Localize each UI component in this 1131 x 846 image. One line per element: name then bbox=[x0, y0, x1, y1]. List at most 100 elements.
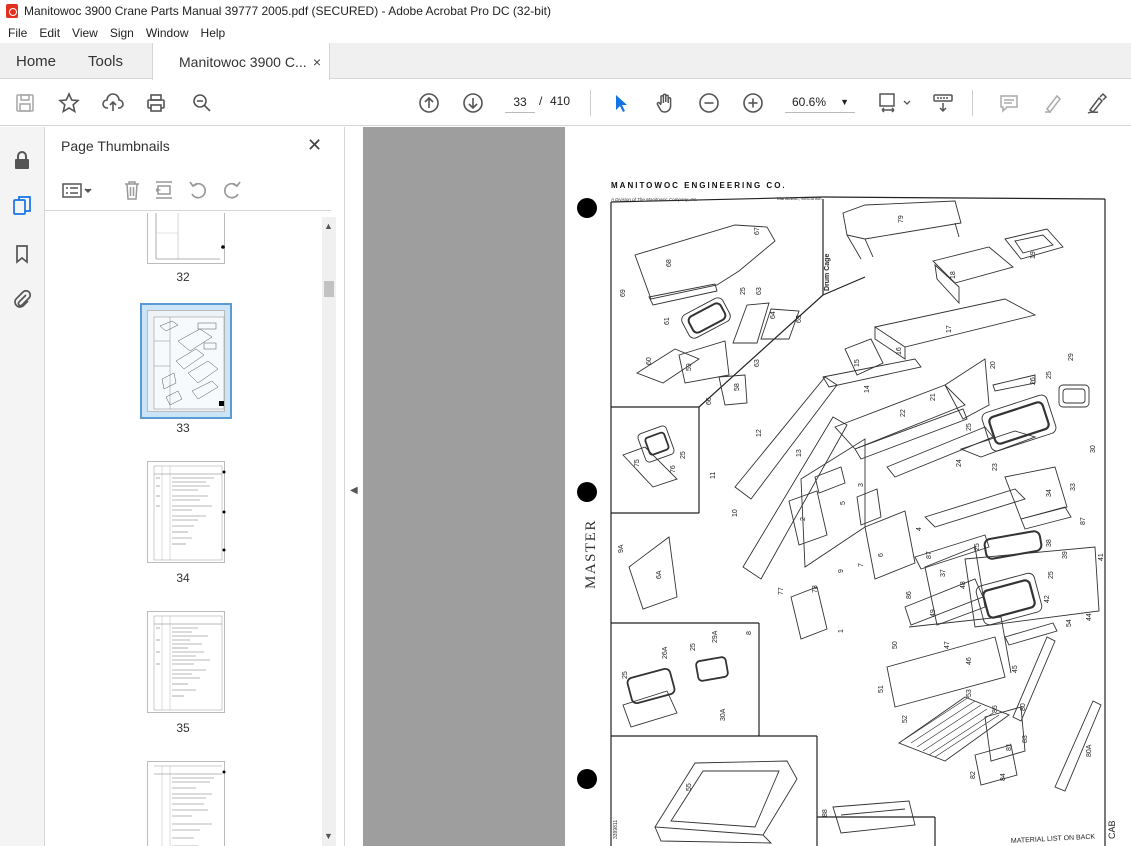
bookmark-star-icon[interactable] bbox=[56, 90, 82, 116]
svg-text:80A: 80A bbox=[1086, 744, 1093, 757]
thumbnail-page-34[interactable] bbox=[147, 461, 226, 563]
svg-text:51: 51 bbox=[878, 685, 885, 693]
document-viewer[interactable]: 68 67 69 61 25 63 64 65 60 59 58 66 63 7… bbox=[363, 127, 1131, 846]
scroll-down-arrow-icon[interactable]: ▼ bbox=[324, 831, 333, 841]
delete-page-icon[interactable] bbox=[121, 179, 143, 201]
acrobat-pdf-icon bbox=[6, 4, 18, 18]
svg-text:68: 68 bbox=[666, 259, 673, 267]
svg-text:50: 50 bbox=[892, 641, 899, 649]
svg-text:12: 12 bbox=[756, 429, 763, 437]
thumbnail-page-35[interactable] bbox=[147, 611, 225, 713]
svg-text:63: 63 bbox=[756, 287, 763, 295]
svg-text:61: 61 bbox=[664, 317, 671, 325]
svg-text:13: 13 bbox=[796, 449, 803, 457]
menu-view[interactable]: View bbox=[66, 26, 104, 40]
scroll-up-arrow-icon[interactable]: ▲ bbox=[324, 221, 333, 231]
upload-cloud-icon[interactable] bbox=[100, 90, 126, 116]
save-icon[interactable] bbox=[12, 90, 38, 116]
hand-tool-icon[interactable] bbox=[652, 90, 678, 116]
menu-file[interactable]: File bbox=[2, 26, 33, 40]
panel-collapse-handle[interactable]: ◀ bbox=[345, 127, 363, 846]
svg-text:26: 26 bbox=[1030, 377, 1037, 385]
lock-icon[interactable] bbox=[10, 148, 34, 172]
svg-text:55: 55 bbox=[686, 783, 693, 791]
zoom-search-icon[interactable] bbox=[189, 90, 215, 116]
rotate-counterclockwise-icon[interactable] bbox=[187, 179, 209, 201]
svg-text:25: 25 bbox=[1048, 571, 1055, 579]
svg-text:25: 25 bbox=[740, 287, 747, 295]
svg-text:53: 53 bbox=[966, 689, 973, 697]
thumbnail-page-32[interactable] bbox=[147, 213, 225, 264]
svg-text:79: 79 bbox=[898, 215, 905, 223]
thumbnail-page-33[interactable] bbox=[147, 310, 225, 412]
svg-text:9: 9 bbox=[838, 569, 845, 573]
svg-text:84: 84 bbox=[1000, 773, 1007, 781]
svg-text:21: 21 bbox=[930, 393, 937, 401]
toolbar-divider bbox=[590, 90, 591, 116]
select-cursor-icon[interactable] bbox=[608, 90, 634, 116]
highlight-pen-icon[interactable] bbox=[1040, 90, 1066, 116]
thumbnail-scrollbar[interactable]: ▲ ▼ bbox=[322, 217, 336, 846]
menu-window[interactable]: Window bbox=[140, 26, 195, 40]
svg-text:18: 18 bbox=[950, 271, 957, 279]
rotate-clockwise-icon[interactable] bbox=[221, 179, 243, 201]
zoom-in-icon[interactable] bbox=[740, 90, 766, 116]
document-page: 68 67 69 61 25 63 64 65 60 59 58 66 63 7… bbox=[565, 127, 1131, 846]
svg-text:82: 82 bbox=[970, 771, 977, 779]
tab-home[interactable]: Home bbox=[16, 43, 56, 79]
svg-text:1: 1 bbox=[838, 629, 845, 633]
bookmarks-icon[interactable] bbox=[10, 242, 34, 266]
scroll-mode-icon[interactable] bbox=[930, 90, 956, 116]
svg-text:60: 60 bbox=[646, 357, 653, 365]
attachments-paperclip-icon[interactable] bbox=[10, 287, 34, 311]
panel-close-icon[interactable]: ✕ bbox=[307, 135, 322, 156]
menu-edit[interactable]: Edit bbox=[33, 26, 66, 40]
left-navigation-rail bbox=[0, 127, 45, 846]
document-header: MANITOWOC ENGINEERING CO. bbox=[611, 181, 787, 190]
next-page-icon[interactable] bbox=[460, 90, 486, 116]
svg-text:63: 63 bbox=[754, 359, 761, 367]
svg-text:83: 83 bbox=[1022, 735, 1029, 743]
svg-text:66: 66 bbox=[706, 397, 713, 405]
svg-text:7: 7 bbox=[858, 563, 865, 567]
tab-close-icon[interactable]: × bbox=[313, 54, 321, 70]
current-page-input[interactable]: 33 bbox=[505, 91, 535, 113]
svg-text:42: 42 bbox=[1044, 595, 1051, 603]
cab-label: CAB bbox=[1107, 820, 1117, 839]
thumbnail-label-34: 34 bbox=[176, 571, 190, 585]
previous-page-icon[interactable] bbox=[416, 90, 442, 116]
thumbnail-label-33: 33 bbox=[176, 421, 190, 435]
thumbnail-options-icon[interactable] bbox=[61, 179, 95, 201]
main-toolbar: 33 / 410 60.6% ▼ bbox=[0, 80, 1131, 126]
svg-text:16: 16 bbox=[896, 347, 903, 355]
zoom-level-value: 60.6% bbox=[792, 95, 827, 109]
svg-text:59: 59 bbox=[686, 363, 693, 371]
toolbar-divider-2 bbox=[972, 90, 973, 116]
thumbnail-list: 32 33 34 35 bbox=[45, 213, 321, 846]
svg-text:26A: 26A bbox=[662, 646, 669, 659]
insert-page-icon[interactable] bbox=[153, 179, 175, 201]
thumbnail-page-36[interactable] bbox=[147, 761, 226, 846]
zoom-out-icon[interactable] bbox=[696, 90, 722, 116]
svg-text:80: 80 bbox=[1020, 703, 1027, 711]
thumbnail-label-35: 35 bbox=[176, 721, 190, 735]
comment-icon[interactable] bbox=[996, 90, 1022, 116]
menu-help[interactable]: Help bbox=[195, 26, 232, 40]
tab-document[interactable]: Manitowoc 3900 C... × bbox=[152, 43, 330, 80]
page-fit-icon[interactable] bbox=[874, 90, 914, 116]
sign-pen-icon[interactable] bbox=[1084, 90, 1110, 116]
scrollbar-thumb[interactable] bbox=[324, 281, 334, 297]
svg-text:20: 20 bbox=[990, 361, 997, 369]
svg-text:19: 19 bbox=[1030, 251, 1037, 259]
menu-sign[interactable]: Sign bbox=[104, 26, 140, 40]
document-subheader-left: A Division of The Manitowoc Company, Inc… bbox=[610, 197, 698, 202]
svg-text:6A: 6A bbox=[656, 570, 663, 579]
zoom-level-select[interactable]: 60.6% ▼ bbox=[785, 91, 855, 113]
svg-text:41: 41 bbox=[1098, 553, 1105, 561]
print-icon[interactable] bbox=[143, 90, 169, 116]
svg-text:24: 24 bbox=[956, 459, 963, 467]
svg-text:25: 25 bbox=[680, 451, 687, 459]
tab-tools[interactable]: Tools bbox=[88, 43, 123, 79]
page-thumbnails-icon[interactable] bbox=[10, 194, 34, 218]
material-list-note: MATERIAL LIST ON BACK bbox=[1011, 834, 1096, 845]
